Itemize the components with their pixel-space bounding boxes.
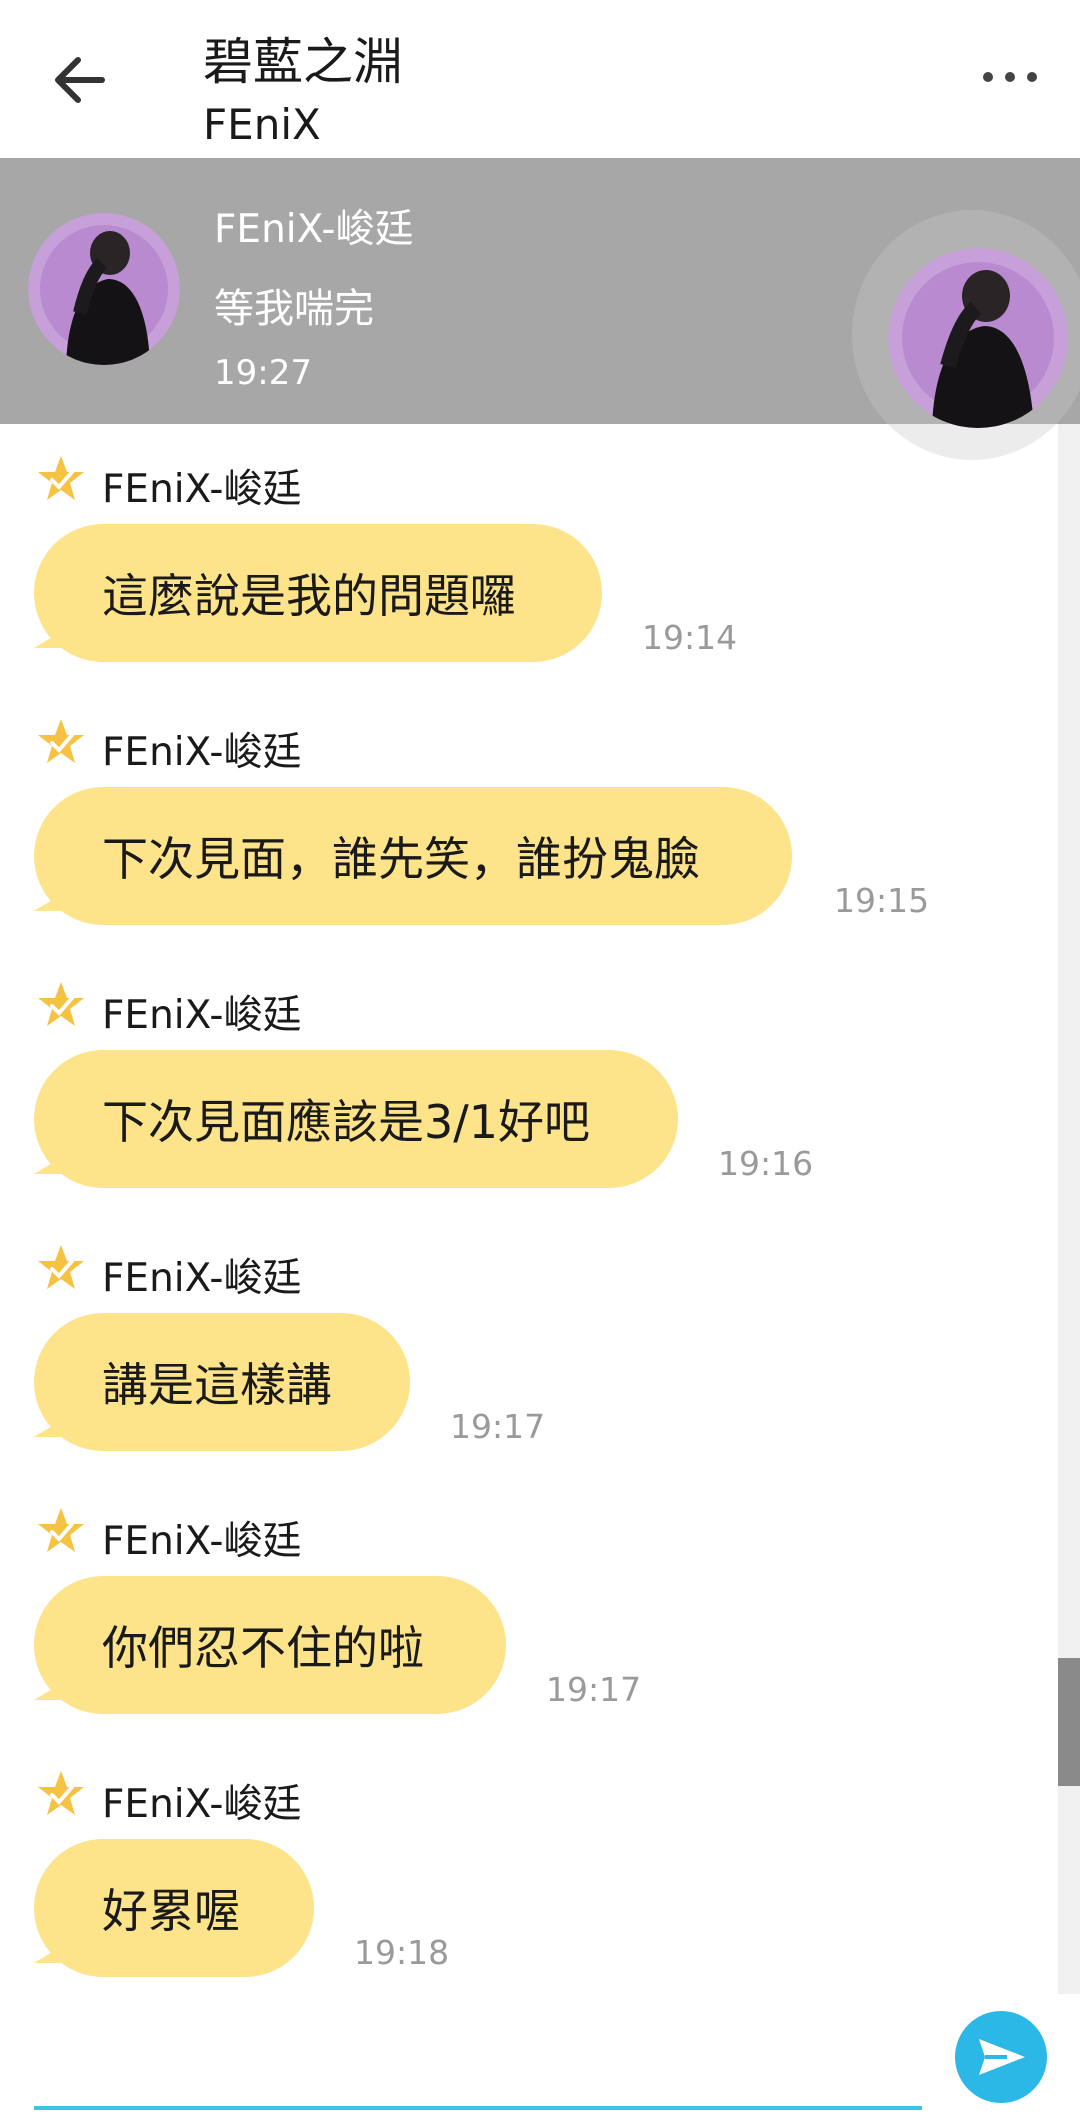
message-item: FEniX-峻廷 下次見面應該是3/1好吧 19:16 bbox=[0, 980, 1040, 1242]
star-check-icon bbox=[38, 1508, 84, 1552]
message-item: FEniX-峻廷 講是這樣講 19:17 bbox=[0, 1243, 1040, 1505]
pinned-text: 等我喘完 bbox=[214, 286, 374, 332]
message-sender: FEniX-峻廷 bbox=[102, 1782, 302, 1827]
chat-title: 碧藍之淵 bbox=[203, 33, 403, 91]
message-bubble[interactable]: 下次見面，誰先笑，誰扮鬼臉 bbox=[34, 787, 792, 925]
send-button[interactable] bbox=[955, 2011, 1047, 2103]
message-bubble[interactable]: 這麼說是我的問題囉 bbox=[34, 524, 602, 662]
message-bubble[interactable]: 講是這樣講 bbox=[34, 1313, 410, 1451]
top-app-bar: 碧藍之淵 FEniX bbox=[0, 0, 1080, 158]
message-sender: FEniX-峻廷 bbox=[102, 1519, 302, 1564]
message-item: FEniX-峻廷 下次見面，誰先笑，誰扮鬼臉 19:15 bbox=[0, 717, 1040, 979]
message-time: 19:18 bbox=[354, 1933, 450, 1972]
scrollbar-thumb[interactable] bbox=[1058, 1658, 1080, 1786]
star-check-icon bbox=[38, 1771, 84, 1815]
avatar bbox=[28, 213, 180, 365]
star-check-icon bbox=[38, 982, 84, 1026]
send-icon bbox=[979, 2039, 1025, 2075]
floating-avatar[interactable] bbox=[888, 248, 1068, 428]
star-check-icon bbox=[38, 456, 84, 500]
message-bubble[interactable]: 下次見面應該是3/1好吧 bbox=[34, 1050, 678, 1188]
message-sender: FEniX-峻廷 bbox=[102, 467, 302, 512]
pinned-sender: FEniX-峻廷 bbox=[214, 207, 414, 252]
message-item: FEniX-峻廷 這麼說是我的問題囉 19:14 bbox=[0, 454, 1040, 716]
back-arrow-icon[interactable] bbox=[44, 44, 116, 116]
message-input[interactable] bbox=[34, 2106, 922, 2110]
message-bubble[interactable]: 你們忍不住的啦 bbox=[34, 1576, 506, 1714]
message-sender: FEniX-峻廷 bbox=[102, 993, 302, 1038]
message-item: FEniX-峻廷 好累喔 19:18 bbox=[0, 1769, 1040, 2031]
chat-subtitle: FEniX bbox=[203, 100, 321, 149]
message-time: 19:14 bbox=[642, 618, 738, 657]
message-time: 19:17 bbox=[450, 1407, 546, 1446]
pinned-time: 19:27 bbox=[214, 353, 312, 393]
message-sender: FEniX-峻廷 bbox=[102, 730, 302, 775]
star-check-icon bbox=[38, 719, 84, 763]
message-bubble[interactable]: 好累喔 bbox=[34, 1839, 314, 1977]
more-options-icon[interactable] bbox=[980, 62, 1040, 92]
message-time: 19:17 bbox=[546, 1670, 642, 1709]
message-time: 19:16 bbox=[718, 1144, 814, 1183]
star-check-icon bbox=[38, 1245, 84, 1289]
message-sender: FEniX-峻廷 bbox=[102, 1256, 302, 1301]
message-item: FEniX-峻廷 你們忍不住的啦 19:17 bbox=[0, 1506, 1040, 1768]
message-time: 19:15 bbox=[834, 881, 930, 920]
